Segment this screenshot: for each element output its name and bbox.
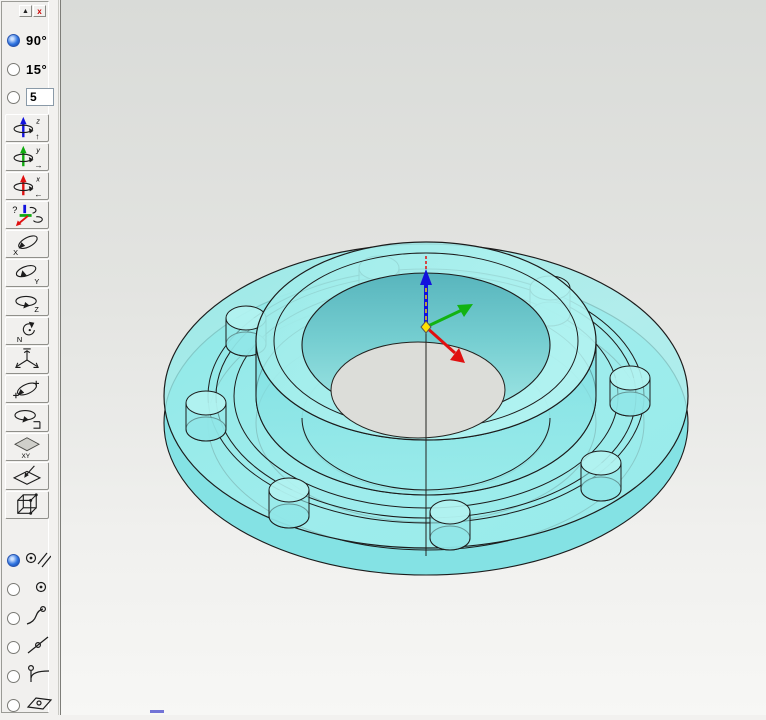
collapse-panel-button[interactable]: ▲ (19, 5, 32, 17)
bore-floor (331, 342, 505, 438)
angle-15-option[interactable]: 15° (7, 59, 47, 79)
orbit-z-label: Z (34, 305, 39, 314)
center-point-on-face-option[interactable] (7, 691, 51, 720)
rotate-help-button[interactable]: ? (5, 201, 49, 229)
point-on-curve-icon (25, 606, 51, 631)
rotate-x-direction-arrow: ← (34, 189, 42, 198)
angle-custom-radio[interactable] (7, 91, 20, 104)
angle-custom-option[interactable] (7, 87, 54, 107)
axes-tripod-button[interactable] (5, 346, 49, 374)
xy-plane-label: XY (21, 453, 30, 459)
rotate-y-axis-letter: y (35, 145, 41, 154)
cube-view-button[interactable] (5, 491, 49, 519)
bolt-hole (269, 478, 309, 528)
panel-frame: ▲ x 90° 15° z ↑ (1, 1, 49, 713)
center-point-on-corner-option[interactable] (7, 662, 51, 691)
rotation-center-options (7, 546, 51, 720)
center-point-on-curve-radio[interactable] (7, 612, 20, 625)
rotate-perpendicular-button[interactable] (5, 404, 49, 432)
center-point-on-corner-radio[interactable] (7, 670, 20, 683)
point-on-edge-icon (25, 548, 51, 573)
angle-90-radio[interactable] (7, 34, 20, 47)
flange-model (61, 0, 766, 715)
point-icon (31, 577, 51, 602)
center-point-on-line-option[interactable] (7, 633, 51, 662)
angle-step-input[interactable] (26, 88, 54, 106)
angle-15-label: 15° (26, 62, 47, 77)
center-point-on-line-radio[interactable] (7, 641, 20, 654)
close-panel-button[interactable]: x (33, 5, 46, 17)
free-rotate-button[interactable] (5, 375, 49, 403)
view-to-plane-button[interactable] (5, 462, 49, 490)
orbit-y-label: Y (34, 277, 39, 285)
rotate-about-x-button[interactable]: x ← (5, 172, 49, 200)
orbit-z-button[interactable]: Z (5, 288, 49, 316)
rotate-y-direction-arrow: → (34, 160, 42, 169)
angle-15-radio[interactable] (7, 63, 20, 76)
rotate-z-direction-arrow: ↑ (35, 131, 39, 140)
model-viewport[interactable] (60, 0, 766, 715)
caret-mark (150, 710, 164, 713)
panel-window-controls: ▲ x (19, 5, 46, 17)
point-on-corner-icon (25, 664, 51, 689)
xy-plane-button[interactable]: XY (5, 433, 49, 461)
center-point-on-face-radio[interactable] (7, 699, 20, 712)
rotation-buttons: z ↑ y → (5, 114, 49, 520)
angle-90-option[interactable]: 90° (7, 30, 47, 50)
point-on-face-icon (25, 693, 53, 718)
orbit-x-button[interactable]: X (5, 230, 49, 258)
bolt-hole (430, 500, 470, 550)
center-point-on-curve-option[interactable] (7, 604, 51, 633)
rotate-z-axis-letter: z (35, 116, 40, 125)
center-point-option[interactable] (7, 575, 51, 604)
rotate-about-z-button[interactable]: z ↑ (5, 114, 49, 142)
orbit-y-button[interactable]: Y (5, 259, 49, 287)
bolt-hole (610, 366, 650, 416)
rotation-tool-panel: ▲ x 90° 15° z ↑ (0, 0, 59, 715)
help-question-glyph: ? (12, 205, 17, 215)
orbit-x-label: X (13, 248, 18, 256)
bolt-hole (186, 391, 226, 441)
rotate-x-axis-letter: x (35, 174, 40, 183)
center-point-on-edge-option[interactable] (7, 546, 51, 575)
angle-90-label: 90° (26, 33, 47, 48)
orbit-n-label: N (17, 335, 22, 343)
rotate-about-y-button[interactable]: y → (5, 143, 49, 171)
bolt-hole (581, 451, 621, 501)
center-point-radio[interactable] (7, 583, 20, 596)
orbit-n-button[interactable]: N (5, 317, 49, 345)
point-on-line-icon (25, 635, 51, 660)
center-point-on-edge-radio[interactable] (7, 554, 20, 567)
